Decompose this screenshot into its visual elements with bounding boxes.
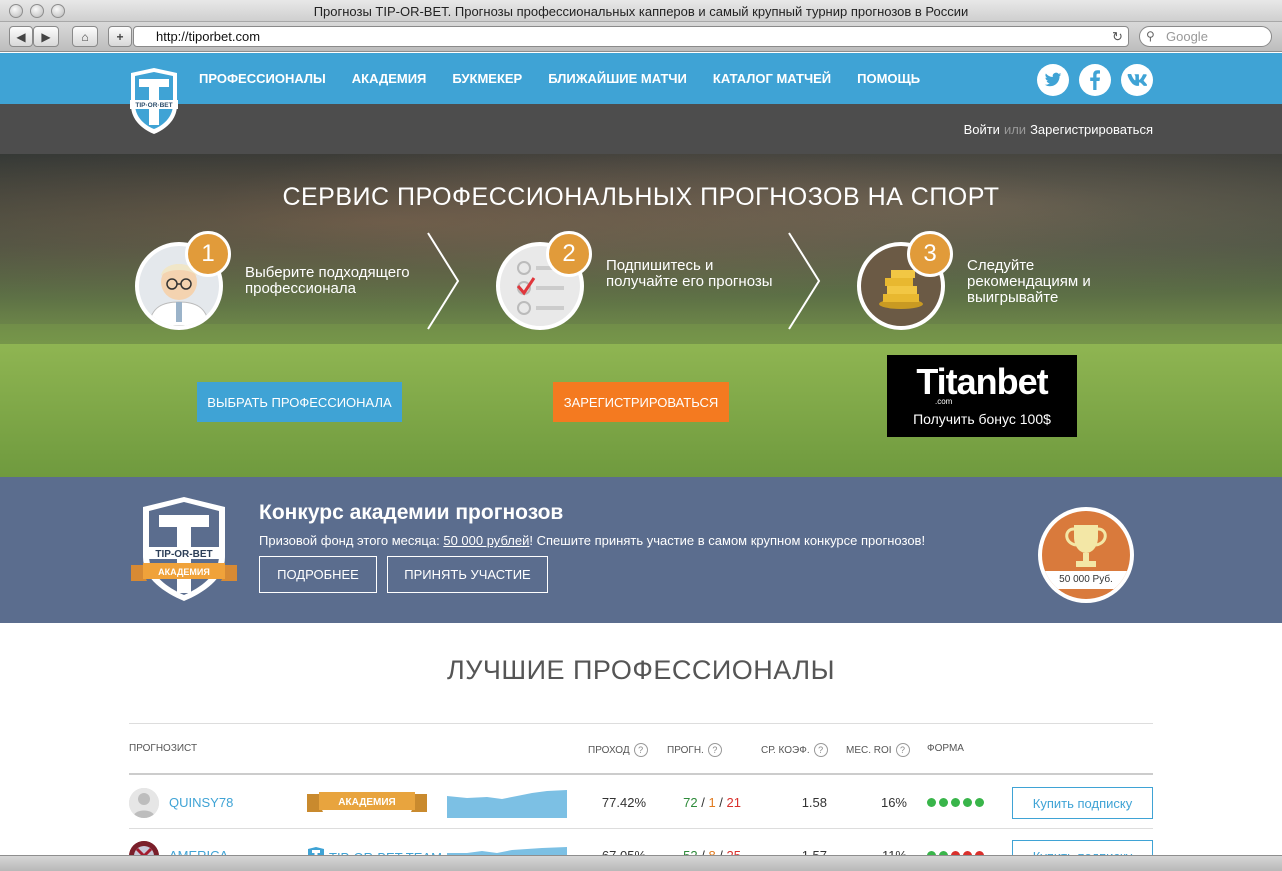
step-1-number: 1 bbox=[185, 231, 231, 277]
logo-text: TIP·OR·BET bbox=[135, 102, 172, 109]
register-button[interactable]: ЗАРЕГИСТРИРОВАТЬСЯ bbox=[553, 382, 729, 422]
join-contest-button[interactable]: ПРИНЯТЬ УЧАСТИЕ bbox=[387, 556, 548, 593]
nav-item-help[interactable]: ПОМОЩЬ bbox=[857, 71, 920, 86]
step-3-text: Следуйте рекомендациям и выигрывайте bbox=[967, 257, 1091, 306]
table-top-divider bbox=[129, 723, 1153, 724]
column-header-avg-coef: СР. КОЭФ.? bbox=[761, 743, 828, 757]
search-icon: ⚲ bbox=[1146, 29, 1155, 43]
step-3-number: 3 bbox=[907, 231, 953, 277]
column-header-tipster: ПРОГНОЗИСТ bbox=[129, 743, 198, 754]
login-link[interactable]: Войти bbox=[964, 122, 1000, 137]
address-bar[interactable]: http://tiporbet.com bbox=[133, 26, 1129, 47]
back-button[interactable]: ◀ bbox=[9, 26, 33, 47]
chevron-right-icon bbox=[427, 232, 460, 330]
chevron-right-icon bbox=[788, 232, 821, 330]
twitter-icon[interactable] bbox=[1037, 64, 1069, 96]
help-icon[interactable]: ? bbox=[813, 743, 828, 757]
academy-ribbon-text: АКАДЕМИЯ bbox=[158, 567, 210, 577]
window-title: Прогнозы TIP-OR-BET. Прогнозы профессион… bbox=[313, 4, 969, 19]
vk-icon[interactable] bbox=[1121, 64, 1153, 96]
academy-contest-description: Призовой фонд этого месяца: 50 000 рубле… bbox=[259, 533, 925, 548]
academy-contest-title: Конкурс академии прогнозов bbox=[259, 501, 564, 524]
titanbet-logo: Titanbet bbox=[916, 361, 1048, 402]
monthly-roi: 16% bbox=[880, 795, 907, 810]
best-professionals-title: ЛУЧШИЕ ПРОФЕССИОНАЛЫ bbox=[446, 655, 835, 685]
column-header-tips: ПРОГН.? bbox=[667, 743, 722, 757]
auth-or: или bbox=[1003, 122, 1027, 137]
table-row: QUINSY78 АКАДЕМИЯ 77.42% 72 / 1 / 21 1.5… bbox=[129, 776, 1153, 828]
column-header-form: ФОРМА bbox=[927, 743, 964, 754]
reload-icon[interactable]: ↻ bbox=[1112, 29, 1123, 45]
nav-item-academy[interactable]: АКАДЕМИЯ bbox=[352, 71, 427, 86]
forward-button[interactable]: ▶ bbox=[33, 26, 59, 47]
hero-title: СЕРВИС ПРОФЕССИОНАЛЬНЫХ ПРОГНОЗОВ НА СПО… bbox=[282, 183, 1000, 211]
prize-badge: 50 000 Руб. bbox=[1038, 507, 1134, 603]
table-header-divider bbox=[129, 773, 1153, 775]
academy-desc-suffix: ! Спешите принять участие в самом крупно… bbox=[529, 533, 926, 548]
academy-desc-prefix: Призовой фонд этого месяца: bbox=[259, 533, 444, 548]
auth-links: Войти или Зарегистрироваться bbox=[964, 122, 1153, 137]
step-2-number: 2 bbox=[546, 231, 592, 277]
add-bookmark-button[interactable]: + bbox=[108, 26, 132, 47]
avg-coef: 1.58 bbox=[801, 795, 827, 810]
home-icon[interactable]: ⌂ bbox=[72, 26, 98, 47]
nav-item-professionals[interactable]: ПРОФЕССИОНАЛЫ bbox=[199, 71, 326, 86]
titanbet-com: .com bbox=[935, 397, 953, 406]
facebook-icon[interactable] bbox=[1079, 64, 1111, 96]
avatar bbox=[129, 788, 159, 818]
more-details-button[interactable]: ПОДРОБНЕЕ bbox=[259, 556, 377, 593]
form-indicator bbox=[927, 798, 984, 807]
main-menu: ПРОФЕССИОНАЛЫ АКАДЕМИЯ БУКМЕКЕР БЛИЖАЙШИ… bbox=[199, 71, 920, 86]
prize-amount: 50 000 Руб. bbox=[1042, 571, 1130, 589]
window-titlebar: Прогнозы TIP-OR-BET. Прогнозы профессион… bbox=[0, 0, 1282, 22]
help-icon[interactable]: ? bbox=[707, 743, 722, 757]
academy-badge-text: TIP-OR-BET bbox=[155, 549, 212, 560]
tips-record: 72 / 1 / 21 bbox=[683, 795, 741, 810]
step-2-text: Подпишитесь и получайте его прогнозы bbox=[606, 257, 773, 290]
pass-rate: 77.42% bbox=[601, 795, 646, 810]
titanbet-bonus-text: Получить бонус 100$ bbox=[913, 411, 1051, 427]
choose-professional-button[interactable]: ВЫБРАТЬ ПРОФЕССИОНАЛА bbox=[197, 382, 402, 422]
trophy-icon bbox=[1065, 525, 1107, 567]
nav-item-match-catalog[interactable]: КАТАЛОГ МАТЧЕЙ bbox=[713, 71, 831, 86]
buy-subscription-button[interactable]: Купить подписку bbox=[1012, 787, 1153, 819]
search-input[interactable]: Google bbox=[1139, 26, 1272, 47]
academy-badge: TIP-OR-BET АКАДЕМИЯ bbox=[131, 497, 237, 601]
performance-sparkline bbox=[447, 790, 567, 818]
nav-item-bookmaker[interactable]: БУКМЕКЕР bbox=[452, 71, 522, 86]
tipster-name[interactable]: QUINSY78 bbox=[169, 795, 233, 810]
ribbon-label: АКАДЕМИЯ bbox=[338, 797, 395, 808]
academy-ribbon-badge: АКАДЕМИЯ bbox=[307, 792, 427, 812]
register-link[interactable]: Зарегистрироваться bbox=[1030, 122, 1153, 137]
browser-toolbar: ◀ ▶ ⌂ + http://tiporbet.com ↻ Google ⚲ bbox=[0, 22, 1282, 52]
nav-item-upcoming-matches[interactable]: БЛИЖАЙШИЕ МАТЧИ bbox=[548, 71, 687, 86]
step-1-text: Выберите подходящего профессионала bbox=[245, 264, 410, 297]
window-bottom-bar bbox=[0, 855, 1282, 871]
help-icon[interactable]: ? bbox=[633, 743, 648, 757]
site-logo[interactable]: TIP·OR·BET bbox=[128, 67, 180, 135]
academy-prize-link[interactable]: 50 000 рублей bbox=[443, 533, 529, 548]
help-icon[interactable]: ? bbox=[895, 743, 910, 757]
column-header-pass: ПРОХОД? bbox=[588, 743, 648, 757]
column-header-monthly-roi: МЕС. ROI? bbox=[846, 743, 910, 757]
titanbet-banner[interactable]: Titanbet .com Получить бонус 100$ bbox=[887, 355, 1077, 437]
